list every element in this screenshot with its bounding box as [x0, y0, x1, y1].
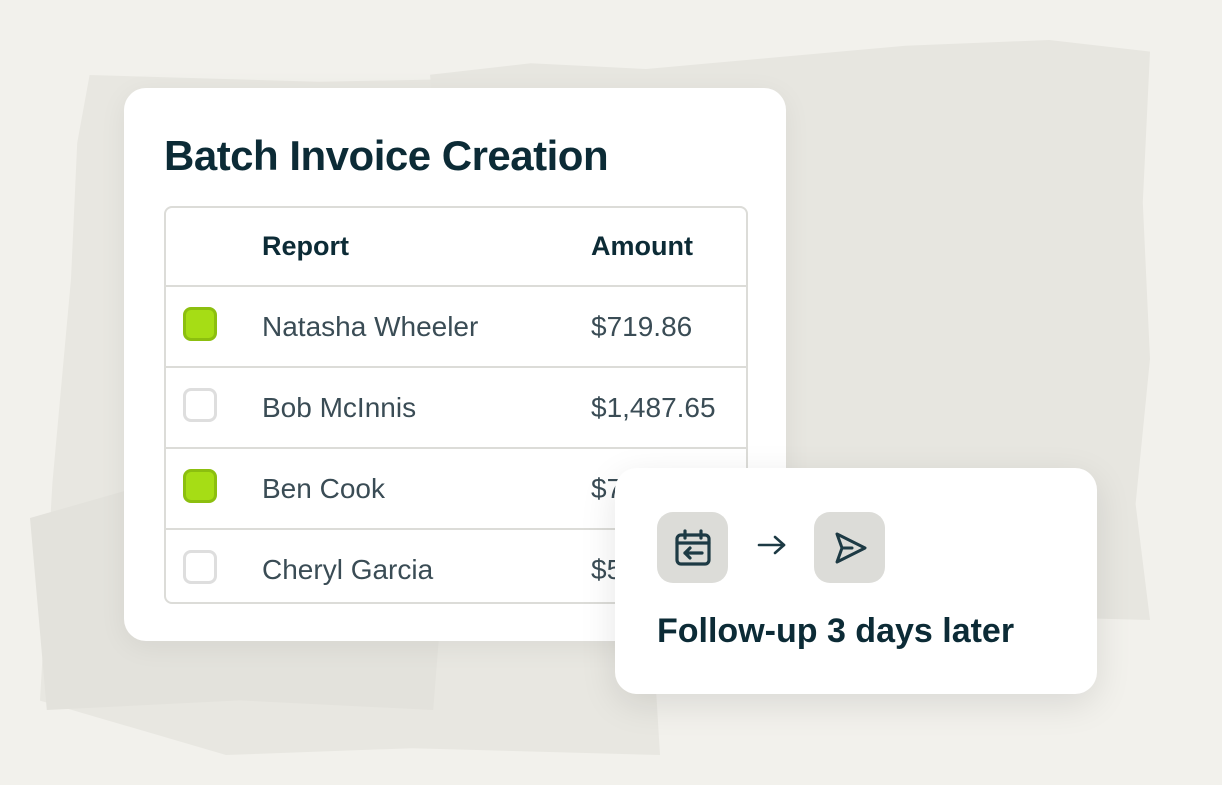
calendar-tile [657, 512, 728, 583]
followup-label: Follow-up 3 days later [657, 612, 1015, 650]
card-title: Batch Invoice Creation [164, 132, 609, 179]
arrow-right-icon [755, 528, 789, 562]
row-name: Bob McInnis [262, 392, 417, 423]
row-checkbox-unchecked[interactable] [183, 550, 217, 584]
table-row[interactable]: Bob McInnis $1,487.65 [166, 366, 746, 447]
send-icon [835, 532, 866, 563]
table-header-row: Report Amount [166, 208, 746, 285]
row-name: Natasha Wheeler [262, 311, 479, 342]
table-row[interactable]: Natasha Wheeler $719.86 [166, 285, 746, 366]
row-checkbox-checked[interactable] [183, 307, 217, 341]
row-name: Ben Cook [262, 473, 385, 504]
column-header-amount: Amount [591, 231, 693, 261]
row-amount: $719.86 [591, 311, 693, 342]
row-name: Cheryl Garcia [262, 554, 434, 585]
row-checkbox-unchecked[interactable] [183, 388, 217, 422]
calendar-icon [674, 528, 711, 566]
column-header-report: Report [262, 231, 349, 261]
followup-card: Follow-up 3 days later [615, 468, 1097, 694]
send-tile [814, 512, 885, 583]
row-checkbox-checked[interactable] [183, 469, 217, 503]
row-amount: $1,487.65 [591, 392, 716, 423]
